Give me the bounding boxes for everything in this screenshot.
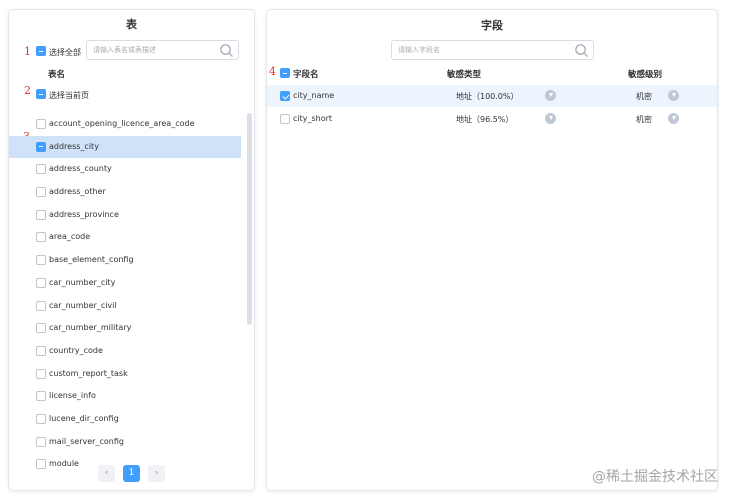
table-row[interactable]: address_city (9, 135, 241, 159)
field-row-level: 机密 (636, 115, 652, 124)
select-all-fields-checkbox[interactable] (280, 68, 290, 78)
table-row-checkbox[interactable] (36, 368, 46, 379)
table-row-name: car_number_civil (49, 300, 117, 310)
table-row-name: account_opening_licence_area_code (49, 119, 195, 128)
select-all-label: 选择全部 (49, 48, 81, 57)
watermark: @稀土掘金技术社区 (592, 469, 718, 485)
table-search-input[interactable]: 请输入表名或表描述 (86, 40, 239, 60)
field-row-type: 地址（100.0%） (456, 92, 519, 101)
table-row[interactable]: base_element_config (9, 249, 241, 272)
table-row-name: area_code (49, 232, 91, 242)
table-row-checkbox[interactable] (36, 164, 46, 175)
table-row-checkbox[interactable] (36, 232, 46, 243)
table-list-scrollbar[interactable] (247, 113, 252, 325)
table-row-checkbox[interactable] (36, 141, 46, 152)
table-row-name: address_other (49, 187, 106, 197)
field-search-placeholder: 请输入字段名 (398, 46, 440, 54)
sensitive-type-header: 敏感类型 (447, 70, 482, 80)
table-row[interactable]: custom_report_task (9, 363, 241, 386)
table-row-checkbox[interactable] (36, 345, 46, 356)
table-row[interactable]: car_number_military (9, 317, 241, 340)
annotation-marker-2: 2 (24, 84, 31, 97)
type-dropdown-icon[interactable] (545, 90, 556, 101)
table-row-name: address_city (49, 141, 99, 151)
table-row-name: custom_report_task (49, 368, 128, 378)
table-row-checkbox[interactable] (36, 209, 46, 220)
table-row[interactable]: license_info (9, 385, 241, 408)
level-dropdown-icon[interactable] (668, 113, 679, 124)
field-row-checkbox[interactable] (280, 114, 290, 124)
table-row-checkbox[interactable] (36, 413, 46, 424)
table-row-checkbox[interactable] (36, 436, 46, 447)
tables-panel-title: 表 (126, 18, 137, 31)
pagination: ‹ 1 › (98, 465, 168, 483)
table-list: account_opening_licence_area_code addres… (9, 113, 241, 476)
table-row-name: base_element_config (49, 255, 134, 265)
type-dropdown-icon[interactable] (545, 113, 556, 124)
table-row[interactable]: area_code (9, 226, 241, 249)
table-row-name: car_number_city (49, 277, 116, 287)
select-page-checkbox[interactable] (36, 89, 46, 99)
fields-panel: 字段 请输入字段名 4 字段名 敏感类型 敏感级别 5 city_name 地址… (266, 9, 718, 491)
table-row-checkbox[interactable] (36, 255, 46, 266)
select-page-label: 选择当前页 (49, 91, 89, 100)
table-row[interactable]: mail_server_config (9, 431, 241, 454)
table-row[interactable]: car_number_civil (9, 295, 241, 318)
table-row-name: country_code (49, 345, 103, 355)
tables-panel: 表 1 选择全部 请输入表名或表描述 表名 2 选择当前页 3 account_… (8, 9, 255, 491)
field-row[interactable]: city_name 地址（100.0%） 机密 (267, 85, 717, 107)
field-row-type: 地址（96.5%） (456, 115, 514, 124)
table-name-header: 表名 (48, 70, 66, 80)
table-row[interactable]: address_county (9, 158, 241, 181)
table-row-checkbox[interactable] (36, 300, 46, 311)
table-row-name: mail_server_config (49, 436, 124, 446)
search-icon[interactable] (219, 43, 234, 58)
field-row-name: city_short (293, 114, 333, 123)
level-dropdown-icon[interactable] (668, 90, 679, 101)
page-1-button[interactable]: 1 (123, 465, 140, 482)
annotation-marker-1: 1 (24, 45, 31, 58)
table-row-checkbox[interactable] (36, 187, 46, 198)
field-row-name: city_name (293, 91, 335, 100)
fields-panel-title: 字段 (481, 19, 503, 32)
annotation-marker-4: 4 (269, 65, 276, 78)
table-row-name: address_province (49, 209, 119, 219)
select-all-checkbox[interactable] (36, 46, 46, 56)
table-row[interactable]: address_other (9, 181, 241, 204)
sensitive-level-header: 敏感级别 (628, 70, 663, 80)
table-row-checkbox[interactable] (36, 459, 46, 470)
table-search-placeholder: 请输入表名或表描述 (93, 46, 156, 54)
field-row-checkbox[interactable] (280, 91, 290, 101)
table-row-checkbox[interactable] (36, 391, 46, 402)
table-row-name: license_info (49, 391, 96, 401)
prev-page-button[interactable]: ‹ (98, 465, 115, 482)
table-row[interactable]: lucene_dir_config (9, 408, 241, 431)
table-row-checkbox[interactable] (36, 277, 46, 288)
table-row[interactable]: address_province (9, 204, 241, 227)
field-row-level: 机密 (636, 92, 652, 101)
table-row[interactable]: country_code (9, 340, 241, 363)
table-row-name: module (49, 459, 79, 469)
field-name-header: 字段名 (293, 70, 319, 80)
table-row-checkbox[interactable] (36, 323, 46, 334)
next-page-button[interactable]: › (148, 465, 165, 482)
table-row-checkbox[interactable] (36, 119, 46, 129)
table-row-name: car_number_military (49, 323, 132, 333)
search-icon[interactable] (574, 43, 589, 58)
table-row-name: address_county (49, 164, 112, 174)
table-row[interactable]: account_opening_licence_area_code (9, 113, 241, 136)
field-search-input[interactable]: 请输入字段名 (391, 40, 594, 60)
table-row-name: lucene_dir_config (49, 413, 119, 423)
field-row[interactable]: city_short 地址（96.5%） 机密 (267, 108, 717, 130)
table-row[interactable]: car_number_city (9, 272, 241, 295)
